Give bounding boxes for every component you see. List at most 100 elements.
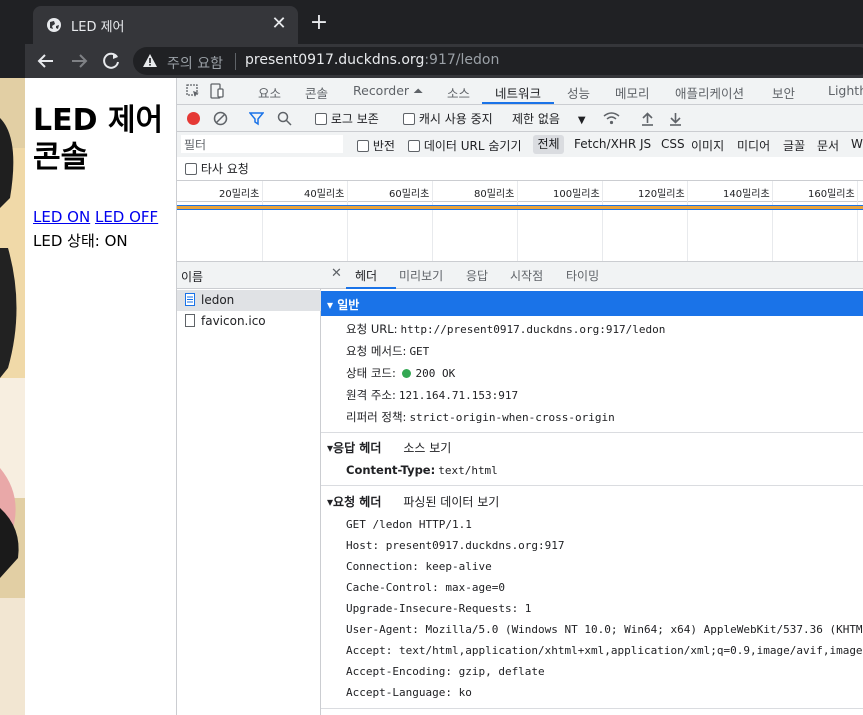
browser-tab[interactable]: LED 제어 ✕ [33,6,298,44]
third-party-checkbox[interactable]: 타사 요청 [185,160,249,177]
type-filter-doc[interactable]: 문서 [817,137,839,154]
desktop-wallpaper [0,78,25,715]
tab-recorder[interactable]: Recorder ⏶ [353,83,423,99]
type-filter-js[interactable]: JS [640,137,651,151]
section-divider [321,708,863,709]
throttle-select[interactable]: 제한 없음 ▼ [512,110,586,127]
type-filter-all[interactable]: 전체 [533,135,564,154]
tab-memory[interactable]: 메모리 [615,83,650,102]
raw-header-line: Upgrade-Insecure-Requests: 1 [346,602,532,615]
security-label[interactable]: 주의 요함 [167,53,223,73]
tab-preview[interactable]: 미리보기 [399,267,443,284]
kv-value: http://present0917.duckdns.org:917/ledon [400,323,666,336]
tab-initiator[interactable]: 시작점 [510,267,543,284]
type-filter-css[interactable]: CSS [661,137,685,151]
tab-title: LED 제어 [71,20,125,35]
active-details-tab-indicator [346,287,396,289]
raw-header-line: Accept-Language: ko [346,686,472,699]
throttle-label: 제한 없음 [512,112,560,126]
tab-network[interactable]: 네트워크 [495,83,541,102]
device-toolbar-icon[interactable] [209,83,225,99]
kv-key: 리퍼러 정책: [346,410,407,424]
new-tab-button[interactable]: + [307,11,331,35]
request-headers-section-header[interactable]: ▾요청 헤더 파싱된 데이터 보기 [321,488,863,513]
tab-lighthouse[interactable]: Lighthouse [828,83,863,98]
document-icon [185,293,195,306]
network-filter-bar: 필터 반전 데이터 URL 숨기기 전체 Fetch/XHR JS CSS 이미… [177,132,863,157]
overview-divider [177,201,863,202]
overview-tick-label: 120밀리초 [638,189,685,200]
network-overview[interactable]: 20밀리초 40밀리초 60밀리초 80밀리초 100밀리초 120밀리초 14… [177,180,863,262]
type-filter-img[interactable]: 이미지 [691,137,724,154]
tab-application[interactable]: 애플리케이션 [675,83,744,102]
overview-tick-label: 20밀리초 [219,189,260,200]
preserve-log-box[interactable] [315,113,327,125]
request-name: favicon.ico [201,314,266,328]
kv-key: 상태 코드: [346,366,396,380]
third-party-label: 타사 요청 [200,162,249,176]
type-filter-fetch[interactable]: Fetch/XHR [574,137,636,151]
disable-cache-box[interactable] [403,113,415,125]
invert-box[interactable] [357,140,369,152]
network-conditions-icon[interactable] [603,111,620,126]
tab-performance[interactable]: 성능 [567,83,590,102]
address-bar[interactable]: 주의 요함 present0917.duckdns.org:917/ledon [133,47,863,75]
tab-timing[interactable]: 타이밍 [566,267,599,284]
browser-toolbar: 주의 요함 present0917.duckdns.org:917/ledon [25,44,863,78]
response-headers-section-header[interactable]: ▾응답 헤더 소스 보기 [321,434,863,459]
forward-arrow-icon[interactable] [66,48,92,74]
url-host: present0917.duckdns.org [245,52,425,68]
disable-cache-checkbox[interactable]: 캐시 사용 중지 [403,110,493,127]
overview-tick-label: 80밀리초 [474,189,515,200]
warning-triangle-icon[interactable] [142,53,158,69]
close-details-icon[interactable]: ✕ [331,266,342,281]
globe-icon [47,18,61,32]
kv-key: 원격 주소: [346,388,396,402]
search-icon[interactable] [277,111,292,126]
request-method-row: 요청 메서드: GET [346,343,429,359]
tab-response[interactable]: 응답 [466,267,488,284]
overview-tick-label: 140밀리초 [723,189,770,200]
record-icon[interactable] [187,112,200,125]
view-source-link[interactable]: 소스 보기 [403,441,451,455]
hide-data-urls-checkbox[interactable]: 데이터 URL 숨기기 [408,137,522,154]
led-on-link[interactable]: LED ON [33,208,90,226]
export-har-icon[interactable] [669,111,682,126]
led-off-link[interactable]: LED OFF [95,208,158,226]
view-parsed-link[interactable]: 파싱된 데이터 보기 [403,495,499,509]
tab-sources[interactable]: 소스 [447,83,470,102]
close-tab-icon[interactable]: ✕ [268,13,290,35]
tab-elements[interactable]: 요소 [258,83,281,102]
tab-security[interactable]: 보안 [772,83,795,102]
back-arrow-icon[interactable] [33,48,59,74]
request-name: ledon [201,293,235,307]
overview-gridline [262,181,263,261]
tab-headers[interactable]: 헤더 [355,267,377,284]
file-icon [185,314,195,327]
import-har-icon[interactable] [641,111,654,126]
type-filter-ws[interactable]: WS [851,137,863,151]
request-url-row: 요청 URL: http://present0917.duckdns.org:91… [346,321,665,337]
request-row-ledon[interactable]: ledon [177,290,321,311]
invert-checkbox[interactable]: 반전 [357,137,395,154]
web-page: LED 제어 콘솔 LED ON LED OFF LED 상태: ON [25,78,176,715]
hide-data-urls-box[interactable] [408,140,420,152]
inspect-element-icon[interactable] [185,83,201,99]
type-filter-font[interactable]: 글꼴 [783,137,805,154]
omnibox-divider [235,53,236,70]
filter-input[interactable]: 필터 [181,135,343,153]
third-party-box[interactable] [185,163,197,175]
type-filter-media[interactable]: 미디어 [737,137,770,154]
devtools-panel: 요소 콘솔 Recorder ⏶ 소스 네트워크 성능 메모리 애플리케이션 보… [176,78,863,715]
clear-icon[interactable] [213,111,228,126]
general-section-header[interactable]: ▾ 일반 [321,291,863,316]
status-ok-icon [401,369,411,378]
preserve-log-checkbox[interactable]: 로그 보존 [315,110,379,127]
filter-icon[interactable] [249,111,264,126]
name-column-header[interactable]: 이름 [177,262,321,289]
request-row-favicon[interactable]: favicon.ico [177,311,321,332]
reload-icon[interactable] [98,48,124,74]
kv-key: 요청 메서드: [346,344,407,358]
tab-console[interactable]: 콘솔 [305,83,328,102]
request-headers-title: 요청 헤더 [333,495,382,509]
